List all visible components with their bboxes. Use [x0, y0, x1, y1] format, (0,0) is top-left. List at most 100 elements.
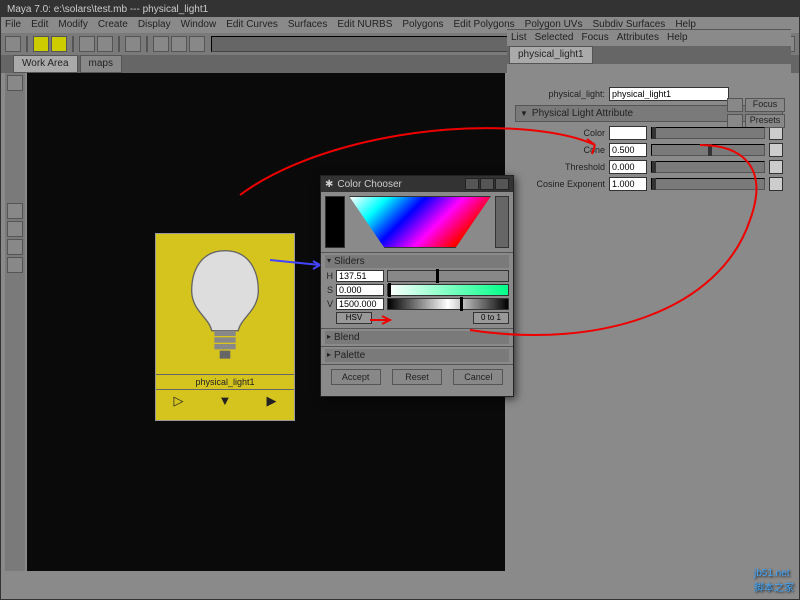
slider-bar[interactable] [387, 270, 509, 282]
slider-label: S [325, 285, 333, 295]
close-icon[interactable] [495, 178, 509, 190]
focus-button[interactable]: Focus [745, 98, 785, 112]
collapse-arrow-icon: ▸ [327, 332, 331, 343]
menu-file[interactable]: File [5, 19, 21, 31]
slider-value-field[interactable] [336, 298, 384, 310]
color-mode-select[interactable]: HSV [336, 312, 372, 324]
link-icon[interactable] [79, 36, 95, 52]
arrow-left-icon[interactable] [33, 36, 49, 52]
node-name-field[interactable] [609, 87, 729, 101]
output-icon[interactable] [171, 36, 187, 52]
minimize-icon[interactable] [465, 178, 479, 190]
connection-icon[interactable] [769, 143, 783, 157]
attr-side-buttons: Focus Presets [727, 98, 785, 128]
palette-section[interactable]: ▸Palette [321, 346, 513, 364]
menu-edit-curves[interactable]: Edit Curves [226, 19, 278, 31]
tab-work-area[interactable]: Work Area [13, 55, 78, 73]
light-node-card[interactable]: physical_light1 ▷ ▼ ▶ [155, 233, 295, 421]
menu-window[interactable]: Window [181, 19, 217, 31]
menu-modify[interactable]: Modify [58, 19, 87, 31]
attr-slider[interactable] [651, 127, 765, 139]
spectrum-scrollbar[interactable] [495, 196, 509, 248]
main-titlebar[interactable]: Maya 7.0: e:\solars\test.mb --- physical… [1, 1, 799, 17]
tool-d-icon[interactable] [7, 257, 23, 273]
tool-select-icon[interactable] [5, 36, 21, 52]
sliders-header[interactable]: ▾Sliders [325, 255, 509, 268]
separator [146, 36, 148, 52]
slider-bar[interactable] [387, 298, 509, 310]
arrow-right-icon[interactable] [51, 36, 67, 52]
collapse-arrow-icon: ▼ [520, 109, 528, 118]
attr-row-color: Color [515, 126, 783, 140]
slider-value-field[interactable] [336, 270, 384, 282]
slider-rows: HSV [325, 270, 509, 310]
blend-section[interactable]: ▸Blend [321, 328, 513, 346]
separator [72, 36, 74, 52]
color-chooser-dialog[interactable]: ✱ Color Chooser ▾Sliders HSV HSV 0 to 1 … [320, 175, 514, 397]
attr-type-label: physical_light: [515, 89, 605, 99]
watermark-line1: jb51.net [754, 568, 794, 579]
container-icon[interactable] [125, 36, 141, 52]
slider-bar[interactable] [387, 284, 509, 296]
attr-slider[interactable] [651, 144, 765, 156]
slider-label: H [325, 271, 333, 281]
tool-b-icon[interactable] [7, 221, 23, 237]
current-color-swatch[interactable] [325, 196, 345, 248]
section-title: Physical Light Attribute [532, 108, 633, 119]
light-thumbnail [156, 234, 294, 374]
connect-icon[interactable] [189, 36, 205, 52]
attr-tab[interactable]: physical_light1 [509, 46, 593, 64]
attr-slider[interactable] [651, 178, 765, 190]
move-tool-icon[interactable] [7, 75, 23, 91]
palette-label: Palette [334, 350, 365, 361]
connection-icon[interactable] [769, 177, 783, 191]
attr-label: Color [515, 128, 605, 138]
menu-display[interactable]: Display [138, 19, 171, 31]
attr-menu-focus[interactable]: Focus [581, 32, 608, 44]
attr-label: Threshold [515, 162, 605, 172]
attr-label: Cone [515, 145, 605, 155]
connection-icon[interactable] [769, 160, 783, 174]
attr-value-field[interactable] [609, 160, 647, 174]
slider-value-field[interactable] [336, 284, 384, 296]
attr-menu-attributes[interactable]: Attributes [617, 32, 659, 44]
presets-button[interactable]: Presets [745, 114, 785, 128]
menu-edit-nurbs[interactable]: Edit NURBS [337, 19, 392, 31]
tool-c-icon[interactable] [7, 239, 23, 255]
attr-menu-list[interactable]: List [511, 32, 527, 44]
play-forward-icon[interactable]: ▶ [266, 393, 276, 409]
input-icon[interactable] [153, 36, 169, 52]
separator [118, 36, 120, 52]
menu-edit-polygons[interactable]: Edit Polygons [454, 19, 515, 31]
play-back-icon[interactable]: ▷ [174, 393, 184, 409]
connection-icon[interactable] [769, 126, 783, 140]
watermark: jb51.net 脚本之家 [754, 568, 794, 594]
color-spectrum[interactable] [349, 196, 491, 248]
accept-button[interactable]: Accept [331, 369, 381, 385]
menu-create[interactable]: Create [98, 19, 128, 31]
color-chooser-titlebar[interactable]: ✱ Color Chooser [321, 176, 513, 192]
goto-output-icon[interactable] [727, 114, 743, 128]
unlink-icon[interactable] [97, 36, 113, 52]
attr-menu-help[interactable]: Help [667, 32, 688, 44]
collapse-arrow-icon: ▸ [327, 350, 331, 361]
menu-surfaces[interactable]: Surfaces [288, 19, 327, 31]
color-swatch[interactable] [609, 126, 647, 140]
attr-tabs: physical_light1 [507, 46, 791, 64]
tool-a-icon[interactable] [7, 203, 23, 219]
stop-icon[interactable]: ▼ [219, 393, 232, 409]
color-spectrum-area [321, 192, 513, 252]
goto-input-icon[interactable] [727, 98, 743, 112]
maximize-icon[interactable] [480, 178, 494, 190]
attr-slider[interactable] [651, 161, 765, 173]
tab-maps[interactable]: maps [80, 55, 122, 73]
attr-value-field[interactable] [609, 177, 647, 191]
color-chooser-buttons: Accept Reset Cancel [321, 364, 513, 389]
color-range-select[interactable]: 0 to 1 [473, 312, 509, 324]
attr-menu-selected[interactable]: Selected [535, 32, 574, 44]
menu-polygons[interactable]: Polygons [402, 19, 443, 31]
menu-edit[interactable]: Edit [31, 19, 48, 31]
attr-value-field[interactable] [609, 143, 647, 157]
reset-button[interactable]: Reset [392, 369, 442, 385]
cancel-button[interactable]: Cancel [453, 369, 503, 385]
